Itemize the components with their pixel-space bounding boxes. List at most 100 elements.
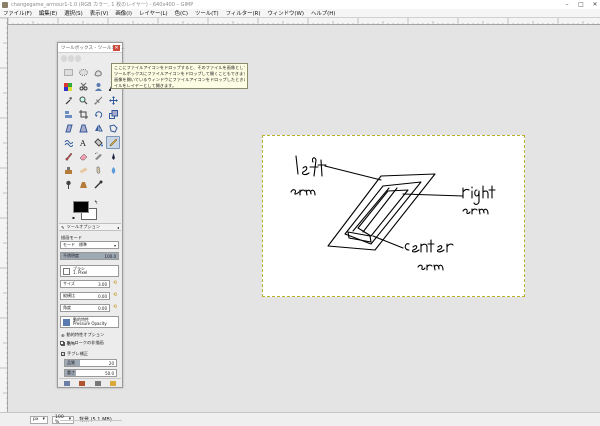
flip-icon[interactable] (91, 122, 105, 135)
vertical-ruler-ticks (0, 17, 8, 409)
eraser-icon[interactable] (76, 150, 90, 163)
unit-value: px (33, 417, 39, 422)
menu-layer[interactable]: レイヤー(L) (139, 9, 168, 17)
bucket-fill-icon[interactable] (91, 136, 105, 149)
ink-icon[interactable] (106, 150, 120, 163)
free-select-icon[interactable] (91, 66, 105, 79)
smudge-icon[interactable] (91, 164, 105, 177)
warp-transform-icon[interactable] (61, 136, 75, 149)
horizontal-ruler[interactable] (7, 18, 600, 25)
cage-transform-icon[interactable] (106, 122, 120, 135)
reset-angle-icon[interactable]: ⟲ (113, 304, 117, 310)
move-icon[interactable] (106, 94, 120, 107)
toolbox-window[interactable]: ツールボックス - ツールオプ... ✕ A ▪ ↰ ✎ ツールオプション ◂ … (57, 42, 125, 421)
text-icon[interactable]: A (76, 136, 90, 149)
perspective-icon[interactable] (76, 122, 90, 135)
image-canvas[interactable] (262, 135, 525, 297)
brush-preview-icon (63, 267, 70, 275)
sketch-word-center (404, 239, 454, 253)
save-icon[interactable] (63, 380, 70, 386)
menu-image[interactable]: 画像(I) (115, 9, 132, 17)
mode-select[interactable]: モード 標準 ▾ (60, 241, 119, 249)
smooth-quality-slider[interactable]: 品質 20 (64, 359, 117, 367)
sketch-drawing (290, 155, 496, 271)
reset-icon[interactable] (110, 380, 117, 386)
brush-select[interactable]: ブラシ 1. Pixel (60, 265, 119, 277)
foreground-color-swatch[interactable] (73, 201, 89, 213)
menu-edit[interactable]: 編集(E) (39, 9, 57, 17)
zoom-icon[interactable] (76, 94, 90, 107)
heal-icon[interactable] (76, 164, 90, 177)
blur-sharpen-icon[interactable] (106, 164, 120, 177)
paintbrush-icon[interactable] (61, 150, 75, 163)
wilber-eye-icon (75, 55, 81, 62)
quality-label: 品質 (67, 360, 75, 365)
opacity-value: 100.0 (104, 253, 116, 259)
unit-select[interactable]: px ▾ (30, 415, 48, 424)
tab-menu-icon[interactable]: ◂ (117, 225, 119, 230)
color-picker-icon[interactable] (61, 94, 75, 107)
menu-windows[interactable]: ウィンドウ(W) (267, 9, 304, 17)
scale-icon[interactable] (106, 108, 120, 121)
dynamics-select[interactable]: 動的特性 Pressure Opacity (60, 316, 119, 328)
menu-select[interactable]: 選択(S) (64, 9, 82, 17)
dynamics-options-label: 動的特性オプション (66, 332, 105, 337)
smooth-stroke-checkbox[interactable]: ✓ 手ブレ補正 (61, 351, 88, 357)
opacity-slider[interactable]: 不透明度 100.0 (60, 252, 119, 260)
rotate-icon[interactable] (91, 108, 105, 121)
foreground-select-icon[interactable] (91, 80, 105, 93)
tool-options-tab[interactable]: ✎ ツールオプション ◂ (59, 223, 121, 231)
reset-size-icon[interactable]: ⟲ (113, 280, 117, 286)
vertical-ruler[interactable] (0, 17, 8, 412)
dodge-burn-icon[interactable] (61, 178, 75, 191)
airbrush-icon[interactable] (91, 150, 105, 163)
expander-icon: ⊕ (61, 332, 65, 338)
align-icon[interactable] (61, 108, 75, 121)
measure-icon[interactable] (91, 94, 105, 107)
sketch-letter-t (317, 159, 327, 177)
aspect-field[interactable]: 縦横比 0.00 (60, 292, 110, 300)
sketch-word-arm-center (417, 264, 444, 271)
rect-select-icon[interactable] (61, 66, 75, 79)
menu-colors[interactable]: 色(C) (175, 9, 188, 17)
menu-help[interactable]: ヘルプ(H) (311, 9, 335, 17)
convolve-icon[interactable] (106, 178, 120, 191)
angle-field[interactable]: 角度 0.00 (60, 304, 110, 312)
swap-colors-icon[interactable]: ↰ (94, 200, 98, 206)
wilber-eye-icon (68, 55, 74, 62)
menu-view[interactable]: 表示(V) (90, 9, 109, 17)
menu-bar: ファイル(F) 編集(E) 選択(S) 表示(V) 画像(I) レイヤー(L) … (0, 9, 600, 18)
sketch-word-arm-right (462, 208, 489, 215)
select-by-color-icon[interactable] (61, 80, 75, 93)
smooth-weight-slider[interactable]: 重さ 50.0 (64, 369, 117, 377)
sketch-letter-l (295, 155, 299, 175)
toolbox-close-button[interactable]: ✕ (113, 45, 120, 51)
menu-filters[interactable]: フィルター(R) (226, 9, 261, 17)
smooth-label: 手ブレ補正 (67, 351, 88, 356)
menu-file[interactable]: ファイル(F) (3, 9, 32, 17)
shear-icon[interactable] (61, 122, 75, 135)
mode-value: 標準 (79, 242, 87, 247)
restore-icon[interactable] (79, 380, 86, 386)
size-field[interactable]: サイズ 3.00 (60, 280, 110, 288)
clone-icon[interactable] (61, 164, 75, 177)
window-controls: – □ ✕ (564, 1, 598, 8)
incremental-checkbox[interactable]: ストロークの非描画 (60, 340, 104, 346)
reset-colors-icon[interactable]: ▪ (72, 215, 77, 220)
delete-icon[interactable] (94, 380, 101, 386)
menu-tools[interactable]: ツール(T) (195, 9, 219, 17)
dynamics-options-expander[interactable]: ⊕ 動的特性オプション (61, 332, 104, 338)
maximize-icon[interactable]: □ (578, 1, 584, 8)
close-icon[interactable]: ✕ (592, 1, 598, 8)
scissors-select-icon[interactable] (76, 80, 90, 93)
chevron-down-icon: ▾ (42, 417, 45, 422)
color-swatches: ▪ ↰ (72, 200, 100, 222)
reset-aspect-icon[interactable]: ⟲ (113, 292, 117, 298)
ellipse-select-icon[interactable] (76, 66, 90, 79)
sketch-inner-shape (344, 181, 422, 245)
crop-icon[interactable] (76, 108, 90, 121)
pencil-icon[interactable] (106, 136, 120, 149)
mypaint-brush-icon[interactable] (91, 178, 105, 191)
minimize-icon[interactable]: – (564, 1, 570, 8)
perspective-clone-icon[interactable] (76, 178, 90, 191)
